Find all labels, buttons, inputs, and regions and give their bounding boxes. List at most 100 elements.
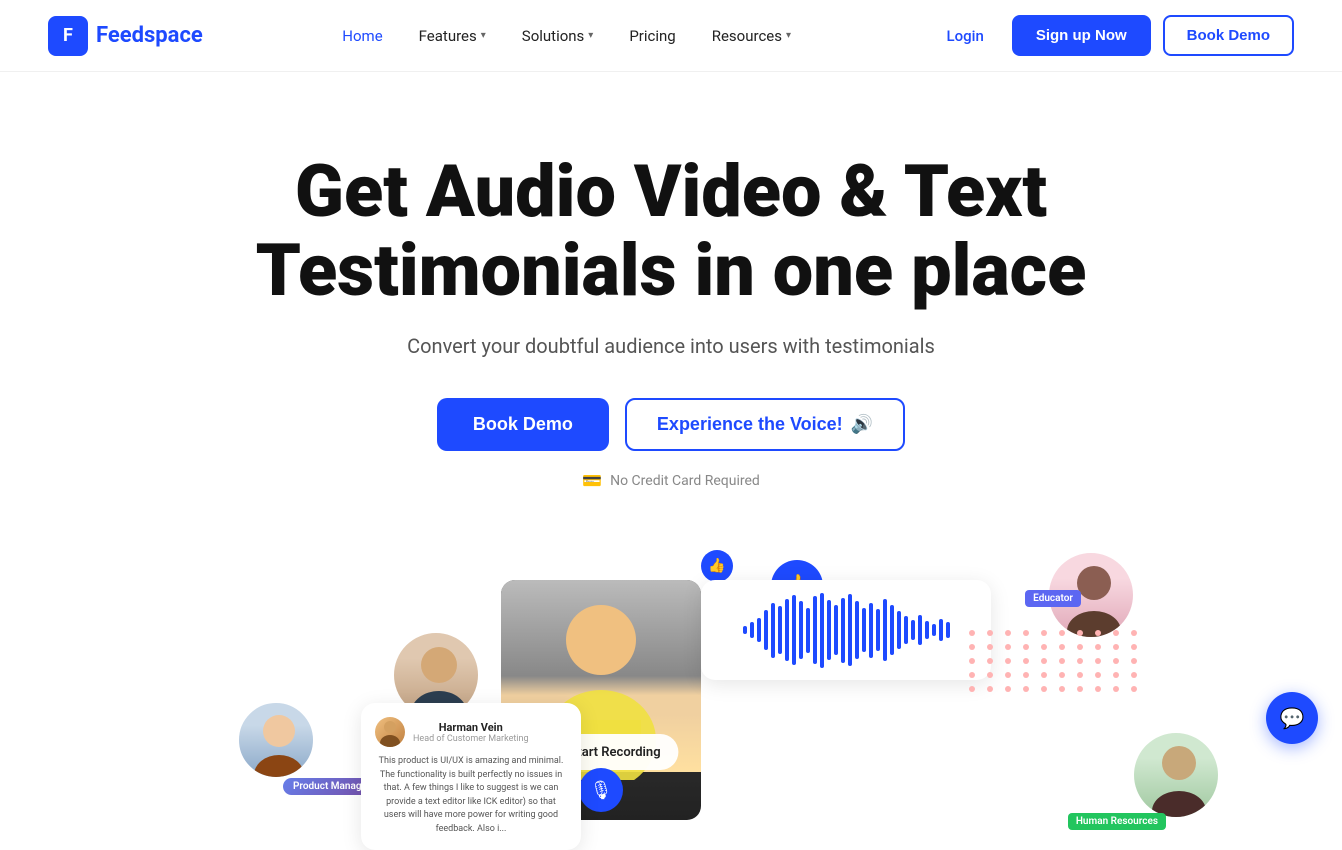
waveform-bar [841, 598, 845, 663]
dot-decoration [1041, 658, 1047, 664]
dot-decoration [1005, 658, 1011, 664]
chevron-down-icon: ▾ [481, 30, 486, 41]
logo[interactable]: F Feedspace [48, 16, 203, 56]
dot-decoration [1005, 630, 1011, 636]
signup-button[interactable]: Sign up Now [1012, 15, 1151, 56]
chevron-down-icon: ▾ [786, 30, 791, 41]
waveform-bar [827, 600, 831, 660]
nav-link-resources[interactable]: Resources ▾ [698, 19, 805, 53]
waveform-bar [806, 608, 810, 653]
testimonial-author-name: Harman Vein [413, 721, 529, 734]
dot-decoration [1059, 672, 1065, 678]
waveform-bar [939, 619, 943, 641]
dot-grid-decoration [969, 630, 1141, 692]
dot-decoration [1023, 630, 1029, 636]
hero-section: Get Audio Video & Text Testimonials in o… [0, 72, 1342, 850]
nav-link-features[interactable]: Features ▾ [405, 19, 500, 53]
avatar-product-manager [236, 700, 316, 780]
dot-decoration [1077, 630, 1083, 636]
dot-decoration [987, 644, 993, 650]
dot-decoration [1005, 672, 1011, 678]
audio-waveform [743, 593, 950, 668]
book-demo-nav-button[interactable]: Book Demo [1163, 15, 1294, 56]
dot-decoration [1113, 658, 1119, 664]
hero-illustration: 👍 👍 Freelancer Product Manager Educato [121, 540, 1221, 850]
dot-decoration [1131, 630, 1137, 636]
no-credit-card-notice: 💳 No Credit Card Required [20, 471, 1322, 490]
dot-decoration [1131, 644, 1137, 650]
waveform-bar [813, 596, 817, 664]
waveform-bar [743, 626, 747, 634]
waveform-bar [883, 599, 887, 661]
navbar: F Feedspace Home Features ▾ Solutions ▾ … [0, 0, 1342, 72]
badge-educator: Educator [1025, 590, 1081, 607]
dot-decoration [987, 658, 993, 664]
book-demo-hero-button[interactable]: Book Demo [437, 398, 609, 451]
experience-voice-button[interactable]: Experience the Voice! 🔊 [625, 398, 905, 451]
chat-bubble-button[interactable]: 💬 [1266, 692, 1318, 744]
chat-icon: 💬 [1280, 706, 1305, 730]
dot-decoration [1131, 686, 1137, 692]
dot-decoration [1005, 644, 1011, 650]
credit-card-icon: 💳 [582, 471, 602, 490]
dot-decoration [1041, 672, 1047, 678]
waveform-bar [855, 601, 859, 659]
waveform-bar [869, 603, 873, 658]
nav-link-solutions[interactable]: Solutions ▾ [508, 19, 608, 53]
testimonial-text-card: Harman Vein Head of Customer Marketing T… [361, 703, 581, 850]
dot-decoration [1095, 686, 1101, 692]
dot-decoration [1113, 672, 1119, 678]
dot-decoration [987, 686, 993, 692]
waveform-bar [764, 610, 768, 650]
waveform-bar [848, 594, 852, 666]
waveform-bar [918, 615, 922, 645]
waveform-bar [925, 621, 929, 639]
testimonial-avatar [375, 717, 405, 747]
dot-decoration [1095, 630, 1101, 636]
dot-decoration [1059, 658, 1065, 664]
waveform-bar [876, 609, 880, 651]
waveform-bar [771, 603, 775, 658]
dot-decoration [1077, 644, 1083, 650]
waveform-bar [904, 616, 908, 644]
waveform-bar [932, 624, 936, 636]
waveform-bar [820, 593, 824, 668]
logo-text: Feedspace [96, 23, 203, 48]
dot-decoration [1131, 658, 1137, 664]
dot-decoration [1077, 672, 1083, 678]
dot-decoration [969, 672, 975, 678]
dot-decoration [1095, 658, 1101, 664]
waveform-bar [785, 599, 789, 661]
nav-actions: Login Sign up Now Book Demo [931, 15, 1294, 56]
waveform-bar [911, 620, 915, 640]
hero-buttons: Book Demo Experience the Voice! 🔊 [20, 398, 1322, 451]
dot-decoration [987, 630, 993, 636]
dot-decoration [1113, 686, 1119, 692]
dot-decoration [1113, 644, 1119, 650]
chevron-down-icon: ▾ [588, 30, 593, 41]
nav-link-pricing[interactable]: Pricing [615, 19, 689, 53]
nav-link-home[interactable]: Home [328, 19, 396, 53]
dot-decoration [1041, 644, 1047, 650]
waveform-bar [750, 622, 754, 638]
waveform-card [701, 580, 991, 680]
dot-decoration [1023, 672, 1029, 678]
waveform-bar [778, 606, 782, 654]
thumbs-up-small-icon: 👍 [701, 550, 733, 582]
microphone-icon[interactable]: 🎙 [579, 768, 623, 812]
login-button[interactable]: Login [931, 19, 1000, 53]
badge-hr: Human Resources [1068, 813, 1166, 830]
dot-decoration [1131, 672, 1137, 678]
waveform-bar [946, 622, 950, 638]
waveform-bar [792, 595, 796, 665]
dot-decoration [969, 658, 975, 664]
dot-decoration [1059, 644, 1065, 650]
waveform-bar [834, 605, 838, 655]
avatar-hr [1131, 730, 1221, 820]
waveform-bar [799, 601, 803, 659]
waveform-bar [890, 605, 894, 655]
dot-decoration [1023, 686, 1029, 692]
dot-decoration [1077, 658, 1083, 664]
waveform-bar [862, 608, 866, 652]
hero-subtitle: Convert your doubtful audience into user… [20, 334, 1322, 358]
